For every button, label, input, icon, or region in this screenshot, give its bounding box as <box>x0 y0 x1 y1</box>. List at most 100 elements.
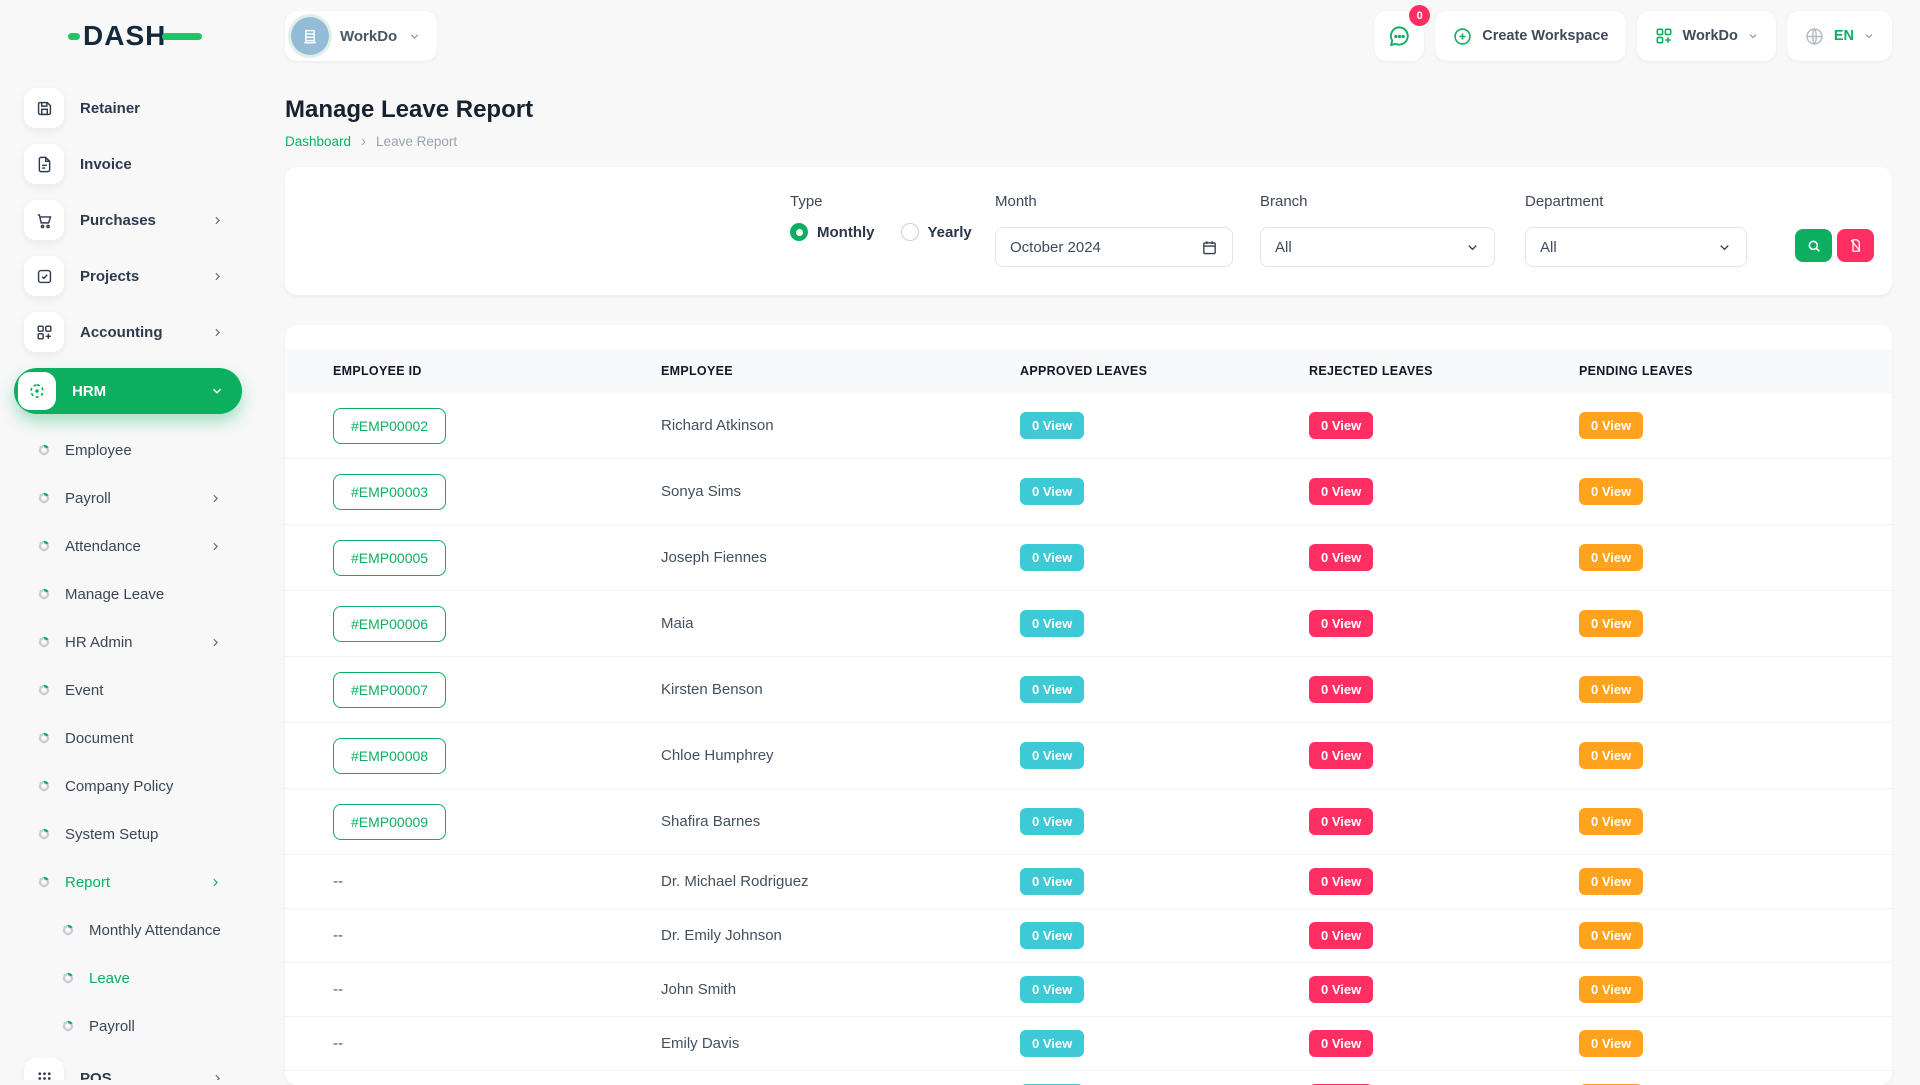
pending-leaves-badge[interactable]: 0 View <box>1579 742 1643 769</box>
sidebar-item-leave-active[interactable]: Leave <box>0 954 258 1002</box>
table-row: #EMP00009 Shafira Barnes 0 View 0 View 0… <box>285 789 1892 855</box>
approved-leaves-badge[interactable]: 0 View <box>1020 1030 1084 1057</box>
employee-id-cell: -- <box>333 1035 661 1052</box>
topbar-actions: 0 Create Workspace WorkDo EN <box>1374 11 1892 61</box>
bullet-icon <box>38 684 50 696</box>
sidebar-item-manage-leave[interactable]: Manage Leave <box>0 570 258 618</box>
breadcrumb-separator: › <box>361 133 366 150</box>
sidebar-item-projects[interactable]: Projects <box>0 248 258 304</box>
pending-leaves-badge[interactable]: 0 View <box>1579 412 1643 439</box>
pending-leaves-badge[interactable]: 0 View <box>1579 1030 1643 1057</box>
rejected-leaves-badge[interactable]: 0 View <box>1309 976 1373 1003</box>
rejected-leaves-badge[interactable]: 0 View <box>1309 922 1373 949</box>
employee-id-button[interactable]: #EMP00002 <box>333 408 446 444</box>
approved-leaves-badge[interactable]: 0 View <box>1020 742 1084 769</box>
pending-leaves-badge[interactable]: 0 View <box>1579 808 1643 835</box>
reset-filter-button[interactable] <box>1837 229 1874 262</box>
chevron-down-icon <box>408 30 421 43</box>
radio-yearly[interactable]: Yearly <box>901 223 972 241</box>
pending-leaves-badge[interactable]: 0 View <box>1579 610 1643 637</box>
sidebar-item-label: POS <box>80 1070 112 1081</box>
employee-name: Richard Atkinson <box>661 417 1020 434</box>
sidebar-item-pos[interactable]: POS <box>0 1050 258 1080</box>
employee-id-cell: #EMP00009 <box>333 804 661 840</box>
employee-name: Kirsten Benson <box>661 681 1020 698</box>
rejected-leaves-badge[interactable]: 0 View <box>1309 676 1373 703</box>
create-workspace-button[interactable]: Create Workspace <box>1435 11 1625 61</box>
calendar-icon[interactable] <box>1201 239 1218 256</box>
approved-leaves-badge[interactable]: 0 View <box>1020 976 1084 1003</box>
rejected-leaves-badge[interactable]: 0 View <box>1309 1030 1373 1057</box>
workspace-selector[interactable]: WorkDo <box>285 11 437 61</box>
rejected-leaves-badge[interactable]: 0 View <box>1309 478 1373 505</box>
pending-leaves-badge[interactable]: 0 View <box>1579 868 1643 895</box>
rejected-leaves-badge[interactable]: 0 View <box>1309 544 1373 571</box>
radio-selected-icon[interactable] <box>790 223 808 241</box>
sidebar-item-document[interactable]: Document <box>0 714 258 762</box>
sidebar-item-company-policy[interactable]: Company Policy <box>0 762 258 810</box>
pos-grid-icon <box>24 1058 64 1080</box>
month-picker[interactable] <box>995 227 1233 267</box>
approved-leaves-badge[interactable]: 0 View <box>1020 610 1084 637</box>
month-label: Month <box>995 193 1037 210</box>
rejected-leaves-badge[interactable]: 0 View <box>1309 868 1373 895</box>
sidebar-item-report-payroll[interactable]: Payroll <box>0 1002 258 1050</box>
pending-leaves-badge[interactable]: 0 View <box>1579 922 1643 949</box>
sidebar-item-hrm-active[interactable]: HRM <box>14 368 242 414</box>
sidebar-item-invoice[interactable]: Invoice <box>0 136 258 192</box>
check-square-icon <box>24 256 64 296</box>
approved-leaves-badge[interactable]: 0 View <box>1020 676 1084 703</box>
pending-leaves-badge[interactable]: 0 View <box>1579 976 1643 1003</box>
employee-id-button[interactable]: #EMP00007 <box>333 672 446 708</box>
sidebar-item-attendance[interactable]: Attendance <box>0 522 258 570</box>
employee-id-button[interactable]: #EMP00005 <box>333 540 446 576</box>
employee-id-button[interactable]: #EMP00008 <box>333 738 446 774</box>
sidebar-item-report-active[interactable]: Report <box>0 858 258 906</box>
search-button[interactable] <box>1795 229 1832 262</box>
sidebar-item-accounting[interactable]: Accounting <box>0 304 258 360</box>
table-row: -- James Brown 0 View 0 View 0 View <box>285 1071 1892 1085</box>
approved-leaves-badge[interactable]: 0 View <box>1020 808 1084 835</box>
sidebar-item-label: Attendance <box>65 538 141 555</box>
employee-id-cell: #EMP00007 <box>333 672 661 708</box>
rejected-leaves-badge[interactable]: 0 View <box>1309 808 1373 835</box>
radio-monthly[interactable]: Monthly <box>790 223 875 241</box>
sidebar-item-employee[interactable]: Employee <box>0 426 258 474</box>
pending-leaves-badge[interactable]: 0 View <box>1579 676 1643 703</box>
approved-leaves-badge[interactable]: 0 View <box>1020 412 1084 439</box>
employee-name: John Smith <box>661 981 1020 998</box>
workspace-menu-button[interactable]: WorkDo <box>1637 11 1776 61</box>
sidebar-item-purchases[interactable]: Purchases <box>0 192 258 248</box>
approved-leaves-badge[interactable]: 0 View <box>1020 478 1084 505</box>
employee-id-button[interactable]: #EMP00009 <box>333 804 446 840</box>
approved-leaves-badge[interactable]: 0 View <box>1020 544 1084 571</box>
chevron-down-icon <box>1747 30 1759 42</box>
sidebar-item-payroll[interactable]: Payroll <box>0 474 258 522</box>
approved-leaves-badge[interactable]: 0 View <box>1020 922 1084 949</box>
month-input[interactable] <box>1010 239 1170 256</box>
employee-id-button[interactable]: #EMP00006 <box>333 606 446 642</box>
pending-leaves-badge[interactable]: 0 View <box>1579 544 1643 571</box>
branch-select[interactable]: All <box>1260 227 1495 267</box>
create-workspace-label: Create Workspace <box>1482 28 1608 44</box>
department-select[interactable]: All <box>1525 227 1747 267</box>
pending-leaves-badge[interactable]: 0 View <box>1579 478 1643 505</box>
sidebar-item-hr-admin[interactable]: HR Admin <box>0 618 258 666</box>
radio-unselected-icon[interactable] <box>901 223 919 241</box>
breadcrumb-dashboard-link[interactable]: Dashboard <box>285 134 351 149</box>
type-radio-group: Monthly Yearly <box>790 223 972 241</box>
hrm-icon <box>18 372 56 410</box>
rejected-leaves-badge[interactable]: 0 View <box>1309 412 1373 439</box>
sidebar-item-event[interactable]: Event <box>0 666 258 714</box>
bullet-icon <box>38 828 50 840</box>
rejected-leaves-badge[interactable]: 0 View <box>1309 610 1373 637</box>
messages-button[interactable]: 0 <box>1374 11 1424 61</box>
employee-id-button[interactable]: #EMP00003 <box>333 474 446 510</box>
rejected-leaves-badge[interactable]: 0 View <box>1309 742 1373 769</box>
language-selector[interactable]: EN <box>1787 11 1892 61</box>
approved-leaves-badge[interactable]: 0 View <box>1020 868 1084 895</box>
sidebar-item-retainer[interactable]: Retainer <box>0 80 258 136</box>
sidebar-item-system-setup[interactable]: System Setup <box>0 810 258 858</box>
sidebar-item-monthly-attendance[interactable]: Monthly Attendance <box>0 906 258 954</box>
logo-accent-dash <box>162 33 202 40</box>
